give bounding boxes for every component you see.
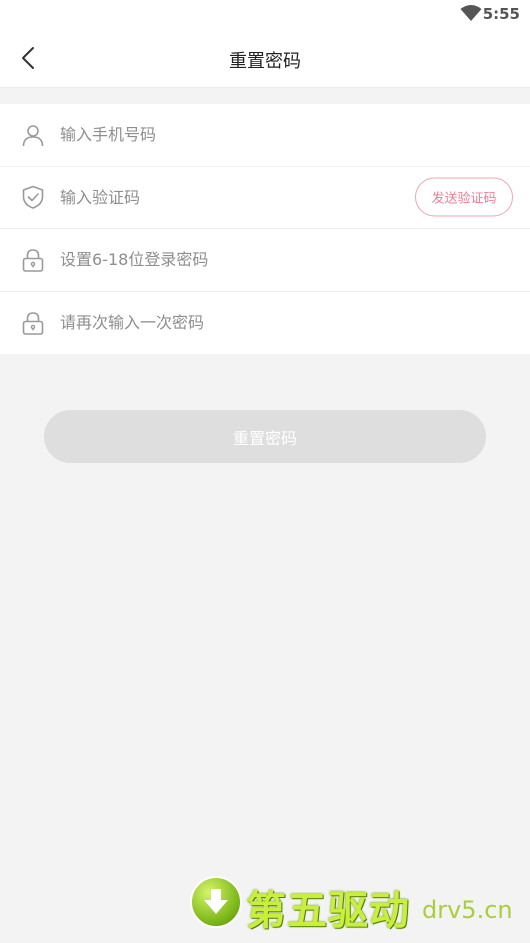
reset-password-button[interactable]: 重置密码 xyxy=(44,410,486,463)
password-input[interactable] xyxy=(60,229,390,291)
watermark: 第五驱动 drv5.cn xyxy=(190,876,520,934)
verification-code-input[interactable] xyxy=(60,166,390,228)
phone-input[interactable] xyxy=(60,104,390,166)
app-header: 重置密码 xyxy=(0,32,530,88)
confirm-password-input[interactable] xyxy=(60,291,390,354)
user-icon xyxy=(22,124,44,146)
password-row xyxy=(0,229,530,292)
send-code-button[interactable]: 发送验证码 xyxy=(415,177,513,217)
shield-check-icon xyxy=(22,185,44,210)
code-row: 发送验证码 xyxy=(0,166,530,229)
lock-icon xyxy=(22,311,44,335)
confirm-password-row xyxy=(0,291,530,354)
status-bar: 5:55 xyxy=(0,0,530,32)
watermark-brand: 第五驱动 xyxy=(246,888,410,934)
lock-icon xyxy=(22,248,44,272)
wifi-icon xyxy=(460,5,482,21)
download-arrow-icon xyxy=(190,876,242,928)
page-title: 重置密码 xyxy=(229,51,301,72)
phone-row xyxy=(0,104,530,167)
reset-form: 发送验证码 xyxy=(0,104,530,354)
watermark-domain: drv5.cn xyxy=(422,896,513,924)
status-time: 5:55 xyxy=(482,5,520,23)
